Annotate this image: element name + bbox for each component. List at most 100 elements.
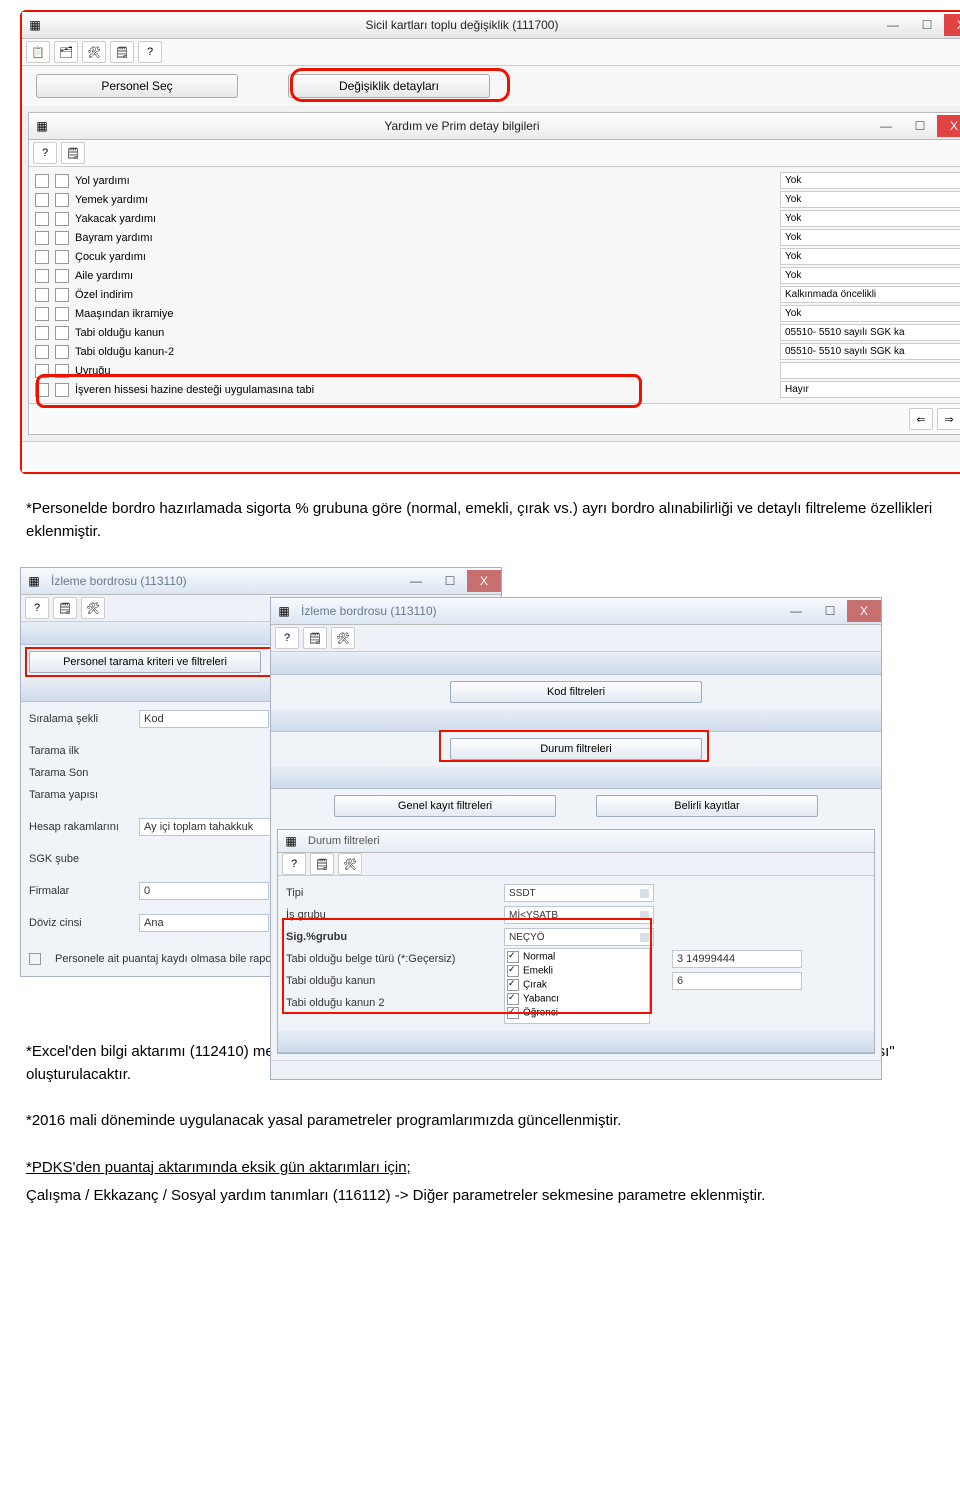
toolbar-icon[interactable]: ?: [282, 853, 306, 875]
close-icon[interactable]: X: [944, 14, 960, 36]
toolbar-icon[interactable]: 🗒: [53, 597, 77, 619]
checkbox[interactable]: [29, 953, 41, 965]
toolbar-icon[interactable]: 🗒: [110, 41, 134, 63]
checkbox[interactable]: [55, 212, 69, 226]
checkbox[interactable]: [55, 250, 69, 264]
field-label: Sıralama şekli: [29, 713, 129, 725]
durum-filtreleri-button[interactable]: Durum filtreleri: [450, 738, 702, 760]
kod-filtreleri-button[interactable]: Kod filtreleri: [450, 681, 702, 703]
checkbox[interactable]: [35, 231, 49, 245]
close-icon[interactable]: X: [467, 570, 501, 592]
toolbar-icon[interactable]: ?: [25, 597, 49, 619]
checkbox[interactable]: [55, 345, 69, 359]
checkbox[interactable]: [35, 383, 49, 397]
field-label: Tipi: [286, 887, 476, 899]
row-value[interactable]: Yok: [780, 210, 960, 227]
row-value[interactable]: Yok: [780, 191, 960, 208]
personel-tarama-button[interactable]: Personel tarama kriteri ve filtreleri: [29, 651, 261, 673]
field-value[interactable]: Kod: [139, 710, 269, 728]
checkbox[interactable]: [55, 193, 69, 207]
minimize-icon[interactable]: —: [869, 115, 903, 137]
checkbox[interactable]: [35, 193, 49, 207]
toolbar-icon[interactable]: 🛠: [331, 627, 355, 649]
row-value[interactable]: Hayır: [780, 381, 960, 398]
toolbar-icon[interactable]: 🛠: [81, 597, 105, 619]
toolbar-icon[interactable]: 🛠: [338, 853, 362, 875]
checkbox[interactable]: [55, 231, 69, 245]
detail-list: Yol yardımıYok Yemek yardımıYok Yakacak …: [29, 167, 960, 403]
field-value[interactable]: Ay içi toplam tahakkuk: [139, 818, 289, 836]
durum-subwindow: ▦ Durum filtreleri ?🗒🛠 Tipi İş grubu Sig…: [277, 829, 875, 1054]
chevron-down-icon: [640, 889, 649, 898]
maximize-icon[interactable]: ☐: [433, 570, 467, 592]
window-title: İzleme bordrosu (113110): [297, 604, 779, 618]
genel-kayit-button[interactable]: Genel kayıt filtreleri: [334, 795, 556, 817]
field-label: Tarama yapısı: [29, 789, 129, 801]
chevron-down-icon: [640, 933, 649, 942]
checkbox[interactable]: [35, 326, 49, 340]
checklist[interactable]: Normal Emekli Çırak Yabancı Öğrenci: [504, 948, 650, 1024]
row-label: Çocuk yardımı: [75, 251, 774, 263]
toolbar-icon[interactable]: 🗒: [303, 627, 327, 649]
checkbox[interactable]: [35, 174, 49, 188]
toolbar-icon[interactable]: 🗒: [310, 853, 334, 875]
checkbox[interactable]: [35, 250, 49, 264]
toolbar-icon[interactable]: 📋: [26, 41, 50, 63]
window-icon: ▦: [22, 18, 48, 32]
toolbar-icon[interactable]: 🗂: [54, 41, 78, 63]
close-icon[interactable]: X: [937, 115, 960, 137]
minimize-icon[interactable]: —: [399, 570, 433, 592]
row-value[interactable]: Yok: [780, 248, 960, 265]
field-value[interactable]: 6: [672, 972, 802, 990]
sub-bottombar: ⇐ ⇒: [29, 403, 960, 434]
toolbar-icon[interactable]: 🗒: [61, 142, 85, 164]
checkbox[interactable]: [35, 345, 49, 359]
checkbox[interactable]: [55, 288, 69, 302]
checkbox[interactable]: [55, 383, 69, 397]
toolbar-icon[interactable]: ?: [33, 142, 57, 164]
checkbox[interactable]: [35, 288, 49, 302]
toolbar-icon[interactable]: ?: [138, 41, 162, 63]
select-tipi[interactable]: SSDT: [504, 884, 654, 902]
row-value[interactable]: Yok: [780, 305, 960, 322]
tab-degisiklik-detaylari[interactable]: Değişiklik detayları: [288, 74, 490, 98]
row-value[interactable]: Yok: [780, 267, 960, 284]
minimize-icon[interactable]: —: [779, 600, 813, 622]
row-value[interactable]: 05510- 5510 sayılı SGK ka: [780, 324, 960, 341]
minimize-icon[interactable]: —: [876, 14, 910, 36]
subwindow-icon: ▦: [29, 119, 55, 133]
maximize-icon[interactable]: ☐: [910, 14, 944, 36]
checkbox[interactable]: [35, 269, 49, 283]
checkbox[interactable]: [55, 326, 69, 340]
field-value[interactable]: 3 14999444: [672, 950, 802, 968]
body-paragraph: *Personelde bordro hazırlamada sigorta %…: [26, 498, 960, 543]
row-value[interactable]: [780, 362, 960, 379]
field-value[interactable]: 0: [139, 882, 269, 900]
row-label: Yemek yardımı: [75, 194, 774, 206]
checkbox[interactable]: [55, 174, 69, 188]
maximize-icon[interactable]: ☐: [903, 115, 937, 137]
row-label: Yakacak yardımı: [75, 213, 774, 225]
toolbar-icon[interactable]: ?: [275, 627, 299, 649]
nav-back-icon[interactable]: ⇐: [909, 408, 933, 430]
row-value[interactable]: Kalkınmada öncelikli: [780, 286, 960, 303]
nav-forward-icon[interactable]: ⇒: [937, 408, 960, 430]
field-value[interactable]: Ana: [139, 914, 269, 932]
belirli-kayitlar-button[interactable]: Belirli kayıtlar: [596, 795, 818, 817]
maximize-icon[interactable]: ☐: [813, 600, 847, 622]
row-value[interactable]: Yok: [780, 172, 960, 189]
checkbox[interactable]: [55, 364, 69, 378]
subwindow-title: Durum filtreleri: [304, 835, 874, 847]
row-value[interactable]: 05510- 5510 sayılı SGK ka: [780, 343, 960, 360]
toolbar-icon[interactable]: 🛠: [82, 41, 106, 63]
select-siggrubu[interactable]: NEÇYÖ: [504, 928, 654, 946]
select-isgrubu[interactable]: Mİ<YSATB: [504, 906, 654, 924]
row-value[interactable]: Yok: [780, 229, 960, 246]
checkbox[interactable]: [35, 364, 49, 378]
checkbox[interactable]: [35, 212, 49, 226]
checkbox[interactable]: [55, 269, 69, 283]
tab-personel-sec[interactable]: Personel Seç: [36, 74, 238, 98]
close-icon[interactable]: X: [847, 600, 881, 622]
checkbox[interactable]: [55, 307, 69, 321]
checkbox[interactable]: [35, 307, 49, 321]
